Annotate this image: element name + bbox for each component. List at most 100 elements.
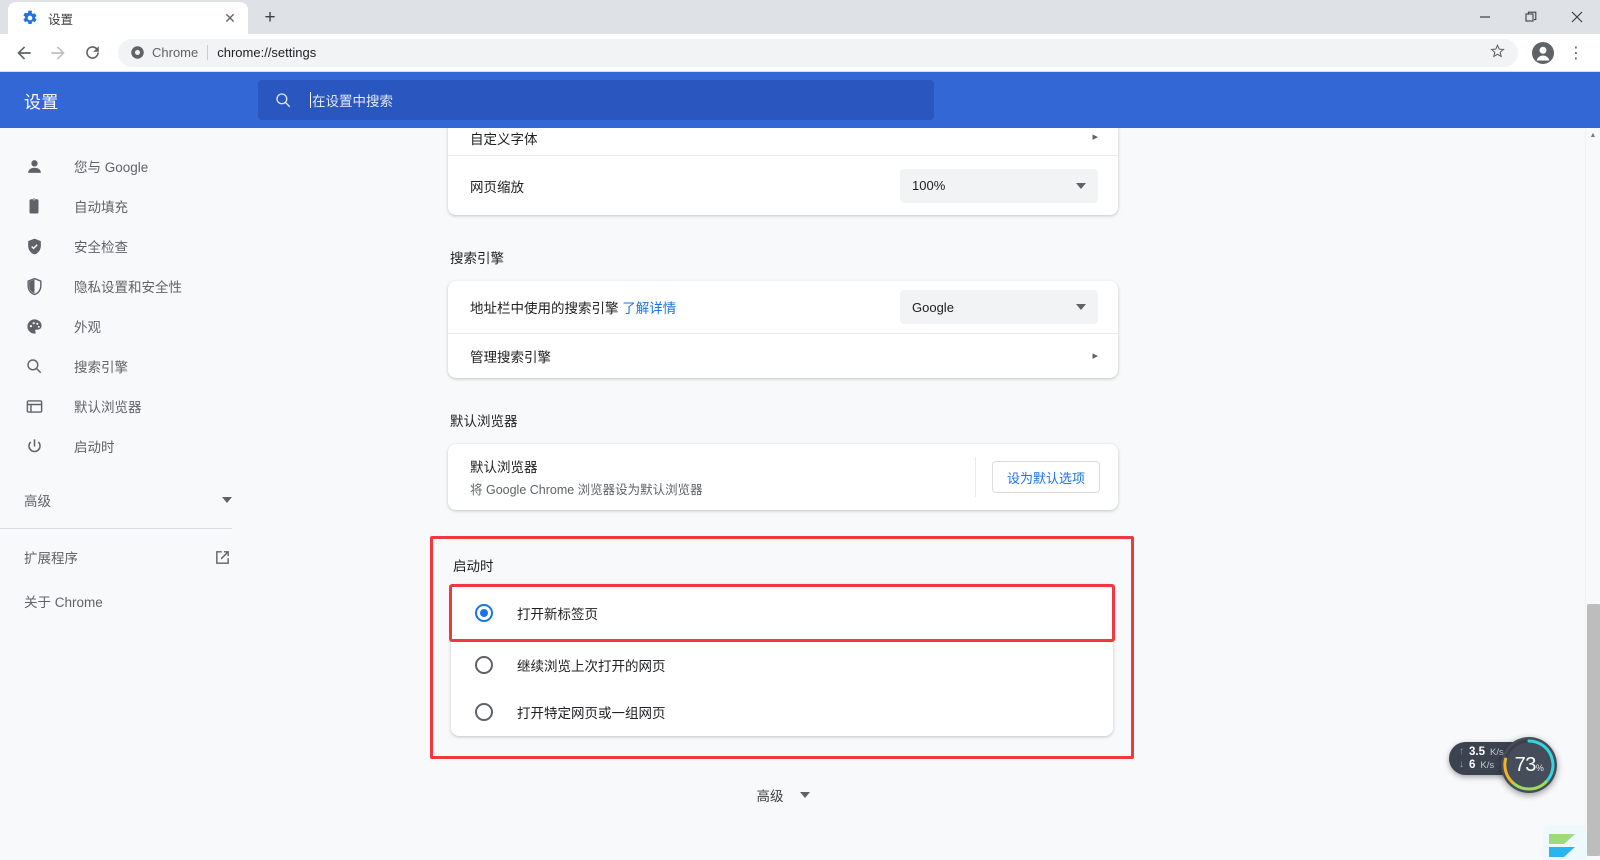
- close-window-icon[interactable]: [1554, 0, 1600, 34]
- tab-settings[interactable]: 设置 ✕: [8, 2, 248, 34]
- search-icon: [274, 91, 292, 109]
- minimize-icon[interactable]: [1462, 0, 1508, 34]
- page-zoom-row[interactable]: 网页缩放 100%: [448, 156, 1118, 215]
- sidebar-advanced-label: 高级: [24, 494, 51, 509]
- download-unit: K/s: [1480, 759, 1495, 771]
- startup-option-new-tab[interactable]: 打开新标签页: [449, 584, 1115, 642]
- search-engine-card: 地址栏中使用的搜索引擎 了解详情 Google 管理搜索引擎 ▸: [448, 281, 1118, 378]
- set-as-default-button[interactable]: 设为默认选项: [991, 461, 1100, 493]
- menu-icon[interactable]: ⋮: [1560, 37, 1592, 69]
- chevron-down-icon: [1076, 182, 1086, 189]
- cpu-usage-gauge[interactable]: 73%: [1501, 737, 1557, 793]
- sidebar-item-autofill[interactable]: 自动填充: [0, 186, 258, 226]
- sidebar-item-advanced[interactable]: 高级: [0, 478, 258, 522]
- scroll-up-arrow-icon[interactable]: ▲: [1586, 128, 1600, 143]
- search-icon: [24, 356, 44, 376]
- sidebar: 您与 Google 自动填充 安全检查 隐私设置和安全性 外观 搜索引擎 默认浏…: [0, 128, 258, 860]
- sidebar-item-label: 您与 Google: [74, 160, 149, 175]
- network-speed-widget[interactable]: ↑ 3.5 K/s ↓ 6 K/s 73%: [1449, 737, 1557, 793]
- scrollbar-thumb[interactable]: [1587, 604, 1600, 856]
- startup-option-label: 打开特定网页或一组网页: [517, 706, 666, 721]
- text-caret: [310, 92, 311, 108]
- sidebar-item-on-startup[interactable]: 启动时: [0, 426, 258, 466]
- settings-header: 设置 在设置中搜索: [0, 72, 1600, 128]
- reload-icon[interactable]: [76, 37, 108, 69]
- advanced-expand-button[interactable]: 高级: [448, 785, 1118, 805]
- sidebar-item-appearance[interactable]: 外观: [0, 306, 258, 346]
- gauge-number: 73: [1514, 753, 1537, 776]
- forward-icon[interactable]: [42, 37, 74, 69]
- download-value: 6: [1469, 759, 1476, 771]
- sidebar-item-you-and-google[interactable]: 您与 Google: [0, 146, 258, 186]
- site-chip: Chrome: [130, 45, 198, 60]
- address-bar-engine-text: 地址栏中使用的搜索引擎: [470, 301, 619, 316]
- search-input[interactable]: 在设置中搜索: [258, 80, 934, 120]
- custom-fonts-row[interactable]: 自定义字体 ▸: [448, 128, 1118, 156]
- manage-search-engines-label: 管理搜索引擎: [470, 350, 551, 365]
- browser-window: 设置 ✕ + Chrome chrome://settings ⋮ 设置 在设置…: [0, 0, 1600, 860]
- chevron-right-icon: ▸: [1092, 349, 1098, 362]
- radio-icon[interactable]: [475, 703, 493, 721]
- address-bar-engine-label: 地址栏中使用的搜索引擎 了解详情: [470, 297, 900, 317]
- radio-icon[interactable]: [475, 604, 493, 622]
- radio-icon[interactable]: [475, 656, 493, 674]
- vertical-scrollbar[interactable]: ▲ ▼: [1585, 128, 1600, 860]
- startup-option-label: 打开新标签页: [517, 607, 598, 622]
- sidebar-item-default-browser[interactable]: 默认浏览器: [0, 386, 258, 426]
- sidebar-item-label: 自动填充: [74, 200, 128, 215]
- default-browser-card: 默认浏览器 将 Google Chrome 浏览器设为默认浏览器 设为默认选项: [448, 444, 1118, 510]
- default-browser-row: 默认浏览器 将 Google Chrome 浏览器设为默认浏览器 设为默认选项: [448, 444, 1118, 510]
- sidebar-item-label: 默认浏览器: [74, 400, 142, 415]
- sidebar-item-search-engine[interactable]: 搜索引擎: [0, 346, 258, 386]
- avatar[interactable]: [1528, 38, 1558, 68]
- sidebar-item-extensions[interactable]: 扩展程序: [0, 535, 258, 579]
- sidebar-item-safety-check[interactable]: 安全检查: [0, 226, 258, 266]
- upload-speed: ↑ 3.5 K/s: [1459, 746, 1504, 758]
- startup-option-continue[interactable]: 继续浏览上次打开的网页: [451, 642, 1113, 689]
- search-engine-value: Google: [912, 299, 954, 315]
- bookmark-star-icon[interactable]: [1489, 42, 1506, 64]
- gauge-value: 73%: [1515, 754, 1544, 777]
- app-shortcut-icon[interactable]: [1543, 825, 1587, 860]
- new-tab-button[interactable]: +: [256, 4, 284, 32]
- chevron-down-icon: [799, 792, 810, 798]
- maximize-icon[interactable]: [1508, 0, 1554, 34]
- shield-check-icon: [24, 236, 44, 256]
- sidebar-item-about-chrome[interactable]: 关于 Chrome: [0, 579, 258, 623]
- omnibox[interactable]: Chrome chrome://settings: [118, 38, 1518, 67]
- search-engine-section: 搜索引擎 地址栏中使用的搜索引擎 了解详情 Google 管理搜索引擎 ▸: [448, 247, 1480, 378]
- address-bar-engine-row[interactable]: 地址栏中使用的搜索引擎 了解详情 Google: [448, 281, 1118, 334]
- search-engine-title: 搜索引擎: [450, 251, 504, 266]
- page-title: 设置: [24, 92, 59, 112]
- arrow-up-icon: ↑: [1459, 746, 1464, 757]
- close-icon[interactable]: ✕: [220, 8, 240, 28]
- learn-more-link[interactable]: 了解详情: [622, 301, 676, 316]
- startup-section-highlight: 启动时 打开新标签页 继续浏览上次打开的网页 打开特定网页或一组网页: [430, 536, 1134, 759]
- site-chip-label: Chrome: [152, 45, 199, 60]
- back-icon[interactable]: [8, 37, 40, 69]
- row-divider: [974, 457, 976, 497]
- startup-option-label: 继续浏览上次打开的网页: [517, 659, 666, 674]
- sidebar-item-label: 外观: [74, 320, 101, 335]
- startup-title: 启动时: [453, 559, 494, 574]
- manage-search-engines-row[interactable]: 管理搜索引擎 ▸: [448, 334, 1118, 378]
- address-text: chrome://settings: [217, 45, 317, 60]
- default-browser-row-title: 默认浏览器: [470, 460, 538, 475]
- search-engine-select[interactable]: Google: [900, 290, 1098, 324]
- startup-option-specific-pages[interactable]: 打开特定网页或一组网页: [451, 689, 1113, 736]
- sidebar-divider: [0, 528, 232, 529]
- tab-strip: 设置 ✕ +: [0, 0, 1600, 34]
- sidebar-footer-label: 扩展程序: [24, 551, 78, 566]
- settings-content: 自定义字体 ▸ 网页缩放 100% 搜索引擎 地址栏中使用的搜索引擎 了解详情 …: [258, 128, 1600, 860]
- appearance-card: 自定义字体 ▸ 网页缩放 100%: [448, 128, 1118, 215]
- sidebar-item-label: 隐私设置和安全性: [74, 280, 182, 295]
- sidebar-item-privacy-security[interactable]: 隐私设置和安全性: [0, 266, 258, 306]
- chevron-down-icon: [1076, 304, 1086, 310]
- upload-value: 3.5: [1469, 746, 1485, 758]
- gear-icon: [23, 10, 37, 24]
- search-placeholder: 在设置中搜索: [312, 94, 393, 109]
- page-zoom-select[interactable]: 100%: [900, 168, 1098, 203]
- custom-fonts-label: 自定义字体: [470, 131, 538, 147]
- chrome-icon: [131, 46, 144, 59]
- external-link-icon: [212, 547, 232, 567]
